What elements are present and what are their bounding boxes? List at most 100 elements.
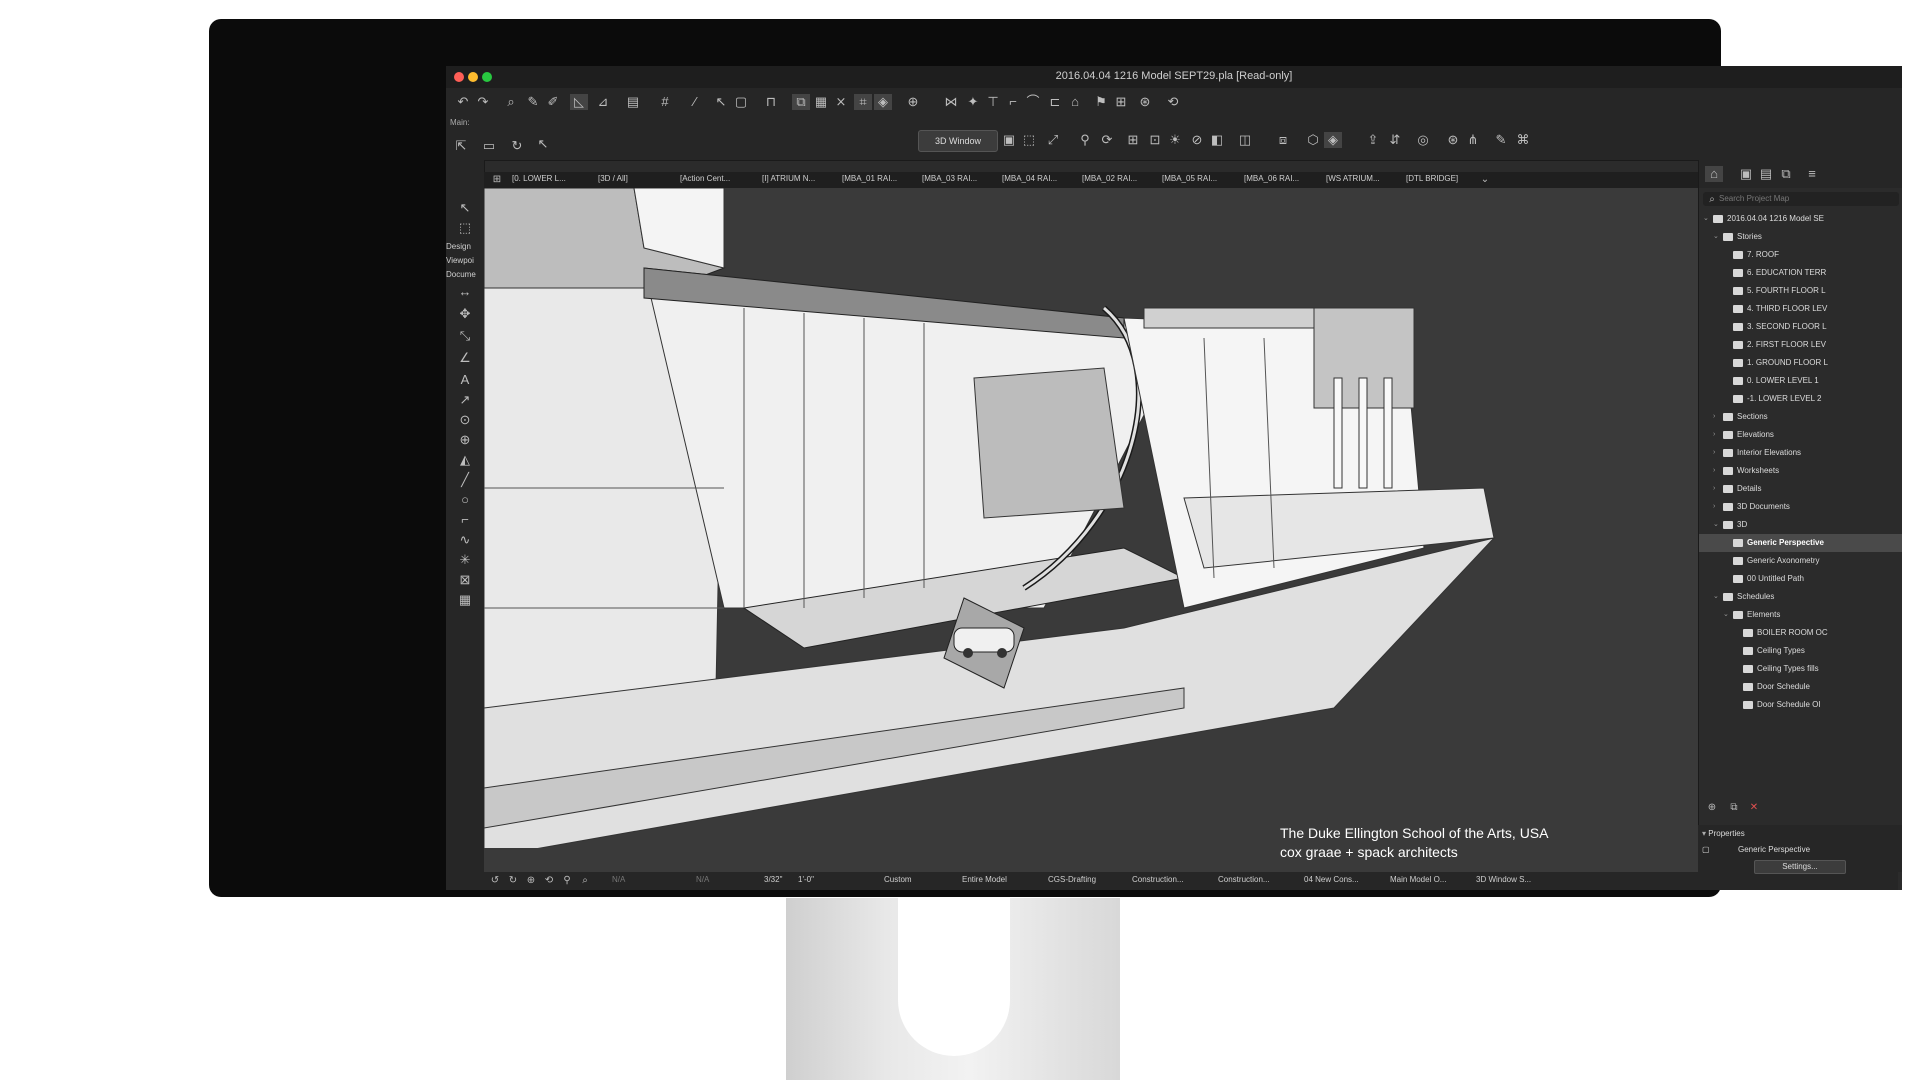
3d-style-selector[interactable]: 3D Window S... (1476, 875, 1531, 884)
story-item[interactable]: -1. LOWER LEVEL 2 (1699, 390, 1902, 408)
grid-snap-icon[interactable]: # (656, 94, 674, 110)
pen-set-selector[interactable]: Construction... (1132, 875, 1184, 884)
style-icon[interactable]: ◈ (1324, 132, 1342, 148)
navigator-menu-icon[interactable]: ≡ (1803, 166, 1821, 182)
arrow-select-icon[interactable]: ↖ (456, 200, 474, 216)
move-icon[interactable]: ✥ (456, 306, 474, 322)
mirror-icon[interactable]: ⋈ (942, 94, 960, 110)
tree-sections[interactable]: › Sections (1699, 408, 1902, 426)
clone-view-icon[interactable]: ⧉ (1725, 800, 1743, 816)
transform-icon[interactable]: ⧈ (1274, 132, 1292, 148)
flag-icon[interactable]: ⚑ (1092, 94, 1110, 110)
schedule-item[interactable]: Ceiling Types (1699, 642, 1902, 660)
tab-mba-06[interactable]: [MBA_06 RAI... (1244, 174, 1299, 187)
graphic-override-selector[interactable]: Main Model O... (1390, 875, 1446, 884)
display-icon[interactable]: ◫ (1236, 132, 1254, 148)
project-map-search[interactable]: Search Project Map (1703, 192, 1899, 206)
tab-lower-level[interactable]: [0. LOWER L... (512, 174, 566, 187)
spline-icon[interactable]: ∿ (456, 532, 474, 548)
renovation-filter-selector[interactable]: 04 New Cons... (1304, 875, 1359, 884)
zoom-in-icon[interactable]: ⊕ (522, 873, 540, 889)
fit-icon[interactable]: ⊡ (1146, 132, 1164, 148)
tab-3d-all[interactable]: [3D / All] (598, 174, 628, 187)
tree-untitled-path[interactable]: 00 Untitled Path (1699, 570, 1902, 588)
schedule-item[interactable]: Ceiling Types fills (1699, 660, 1902, 678)
story-item[interactable]: 2. FIRST FLOOR LEV (1699, 336, 1902, 354)
settings-button[interactable]: Settings... (1754, 860, 1846, 874)
tree-interior-elevations[interactable]: › Interior Elevations (1699, 444, 1902, 462)
entire-model-selector[interactable]: Entire Model (962, 875, 1007, 884)
tree-worksheets[interactable]: › Worksheets (1699, 462, 1902, 480)
undo-view-icon[interactable]: ↺ (486, 873, 504, 889)
tab-ws-atrium[interactable]: [WS ATRIUM... (1326, 174, 1380, 187)
tab-overview-icon[interactable]: ⊞ (488, 172, 506, 188)
gravity-icon[interactable]: ▤ (624, 94, 642, 110)
schedule-item[interactable]: Door Schedule (1699, 678, 1902, 696)
cube-icon[interactable]: ⬚ (1020, 132, 1038, 148)
story-item[interactable]: 0. LOWER LEVEL 1 (1699, 372, 1902, 390)
hotspot-icon[interactable]: ✳ (456, 552, 474, 568)
orbit-icon[interactable]: ⟳ (1098, 132, 1116, 148)
tree-details[interactable]: › Details (1699, 480, 1902, 498)
tab-mba-01[interactable]: [MBA_01 RAI... (842, 174, 897, 187)
fillet-icon[interactable]: ⌒ (1024, 94, 1042, 110)
tree-elevations[interactable]: › Elevations (1699, 426, 1902, 444)
tree-schedules[interactable]: ⌄ Schedules (1699, 588, 1902, 606)
publisher-sets-icon[interactable]: ⧉ (1777, 166, 1795, 182)
custom-selector[interactable]: Custom (884, 875, 912, 884)
group-icon[interactable]: ⌗ (854, 94, 872, 110)
text-icon[interactable]: A (456, 372, 474, 388)
lock-icon[interactable]: ⊓ (762, 94, 780, 110)
eyedropper-icon[interactable]: ✎ (524, 94, 542, 110)
properties-header[interactable]: ▾ Properties (1698, 829, 1902, 838)
3d-viewport[interactable]: The Duke Ellington School of the Arts, U… (484, 188, 1698, 872)
circle-icon[interactable]: ○ (456, 492, 474, 508)
section-box-icon[interactable]: ⊞ (1124, 132, 1142, 148)
sun-icon[interactable]: ☀ (1166, 132, 1184, 148)
pointer-icon[interactable]: ↖ (712, 94, 730, 110)
orbit-status-icon[interactable]: ⟲ (540, 873, 558, 889)
rotate-view-icon[interactable]: ↻ (508, 138, 526, 154)
story-item[interactable]: 7. ROOF (1699, 246, 1902, 264)
teamwork-icon[interactable]: ⟲ (1164, 94, 1182, 110)
story-item[interactable]: 6. EDUCATION TERR (1699, 264, 1902, 282)
toolbox-viewpoint-label[interactable]: Viewpoi (446, 256, 474, 265)
walk-status-icon[interactable]: ⚲ (558, 873, 576, 889)
toolbox-document-label[interactable]: Docume (446, 270, 476, 279)
redo-view-icon[interactable]: ↻ (504, 873, 522, 889)
zoom-fit-icon[interactable]: ⌕ (576, 873, 594, 889)
scale-value[interactable]: 1'-0" (798, 875, 814, 884)
web-icon[interactable]: ⊛ (1444, 132, 1462, 148)
surface-icon[interactable]: ⬡ (1304, 132, 1322, 148)
story-item[interactable]: 5. FOURTH FLOOR L (1699, 282, 1902, 300)
split-icon[interactable]: ⌐ (1004, 94, 1022, 110)
label-icon[interactable]: ↗ (456, 392, 474, 408)
marker-icon[interactable]: ⊙ (456, 412, 474, 428)
tab-mba-04[interactable]: [MBA_04 RAI... (1002, 174, 1057, 187)
layer-icon[interactable]: ▢ (732, 94, 750, 110)
suspend-groups-icon[interactable]: ⧉ (792, 94, 810, 110)
layout-book-icon[interactable]: ▤ (1757, 166, 1775, 182)
walk-icon[interactable]: ⚲ (1076, 132, 1094, 148)
project-map-icon[interactable]: ⌂ (1705, 166, 1723, 182)
polyline-icon[interactable]: ⌐ (456, 512, 474, 528)
filter-icon[interactable]: ⋔ (1464, 132, 1482, 148)
offset-icon[interactable]: ⊏ (1046, 94, 1064, 110)
trim-icon[interactable]: ⊤ (984, 94, 1002, 110)
tab-mba-02[interactable]: [MBA_02 RAI... (1082, 174, 1137, 187)
shading-icon[interactable]: ◈ (874, 94, 892, 110)
guide-lines-icon[interactable]: ◺ (570, 94, 588, 110)
markup-icon[interactable]: ✎ (1492, 132, 1510, 148)
fill-icon[interactable]: ◭ (456, 452, 474, 468)
redo-icon[interactable]: ↷ (474, 94, 492, 110)
pencil-icon[interactable]: ⁄ (686, 94, 704, 110)
view-map-icon[interactable]: ▣ (1737, 166, 1755, 182)
tab-atrium[interactable]: [I] ATRIUM N... (762, 174, 815, 187)
drawing-icon[interactable]: ▦ (456, 592, 474, 608)
cut-planes-icon[interactable]: ◧ (1208, 132, 1226, 148)
marquee-icon[interactable]: ⬚ (456, 220, 474, 236)
story-item[interactable]: 3. SECOND FLOOR L (1699, 318, 1902, 336)
publish-icon[interactable]: ⊛ (1136, 94, 1154, 110)
bim-cloud-icon[interactable]: ⌘ (1514, 132, 1532, 148)
schedule-item[interactable]: Door Schedule OI (1699, 696, 1902, 714)
